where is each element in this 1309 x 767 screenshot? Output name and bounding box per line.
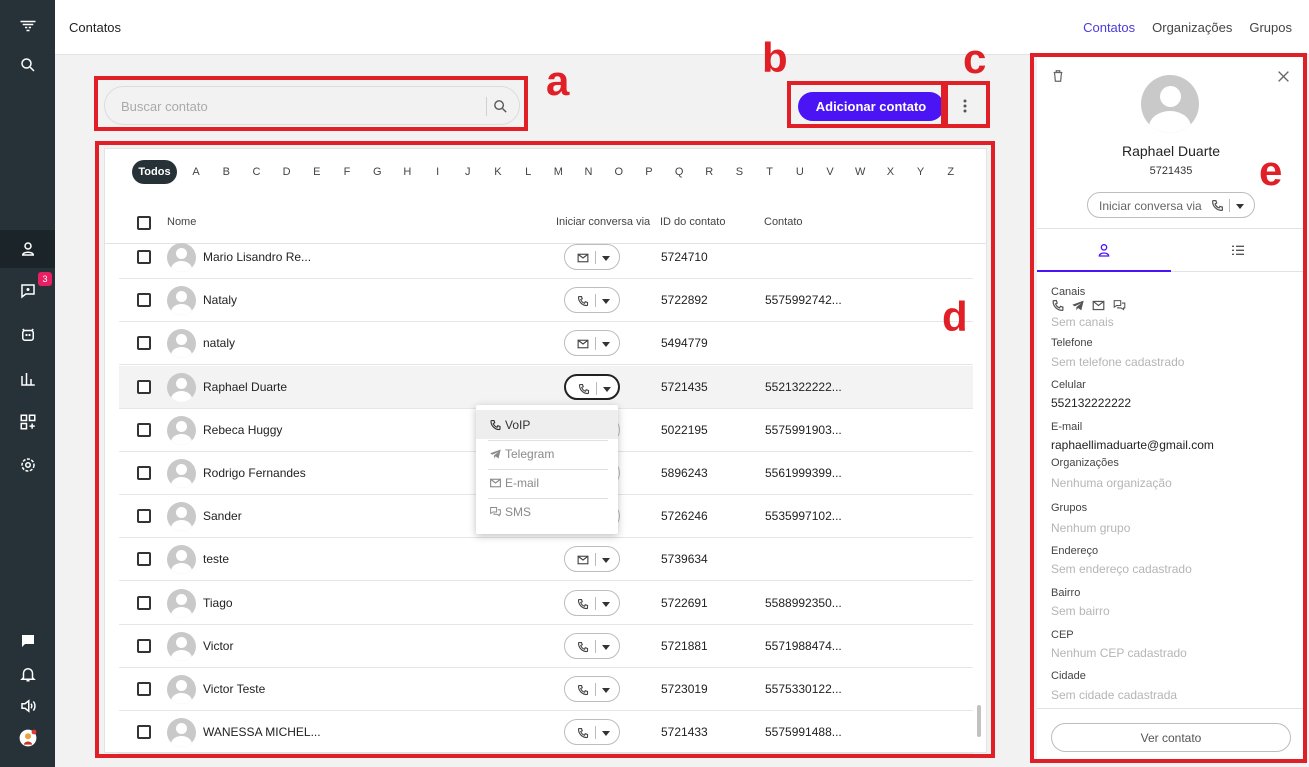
annotation-label-e: e — [1259, 147, 1283, 194]
reports-nav-icon[interactable] — [0, 362, 55, 396]
search-icon[interactable] — [0, 48, 55, 82]
annotation-label-d: d — [942, 293, 968, 340]
notifications-bell-icon[interactable] — [0, 657, 55, 691]
annotation-label-a: a — [546, 57, 570, 104]
bot-nav-icon[interactable] — [0, 318, 55, 352]
annotation-label-c: c — [963, 35, 987, 82]
app-sidebar: 3 — [0, 0, 55, 767]
volume-icon[interactable] — [0, 689, 55, 723]
top-bar: Contatos Contatos Organizações Grupos — [55, 0, 1309, 55]
annotation-label-b: b — [762, 34, 788, 81]
settings-nav-icon[interactable] — [0, 448, 55, 482]
annotation-box-d — [95, 141, 995, 758]
top-nav: Contatos Organizações Grupos — [1083, 20, 1292, 35]
nav-tab-contacts[interactable]: Contatos — [1083, 20, 1135, 35]
nav-tab-groups[interactable]: Grupos — [1249, 20, 1292, 35]
logo-icon[interactable] — [0, 9, 55, 43]
annotation-box-b — [787, 81, 945, 128]
chat-count-badge: 3 — [38, 272, 52, 286]
nav-tab-organizations[interactable]: Organizações — [1152, 20, 1232, 35]
page-title: Contatos — [69, 20, 122, 35]
apps-nav-icon[interactable] — [0, 405, 55, 439]
annotation-box-a — [94, 76, 528, 131]
messages-icon[interactable] — [0, 624, 55, 658]
annotation-box-c — [944, 81, 990, 128]
contacts-nav-icon[interactable] — [0, 230, 55, 268]
user-avatar[interactable] — [0, 720, 55, 756]
